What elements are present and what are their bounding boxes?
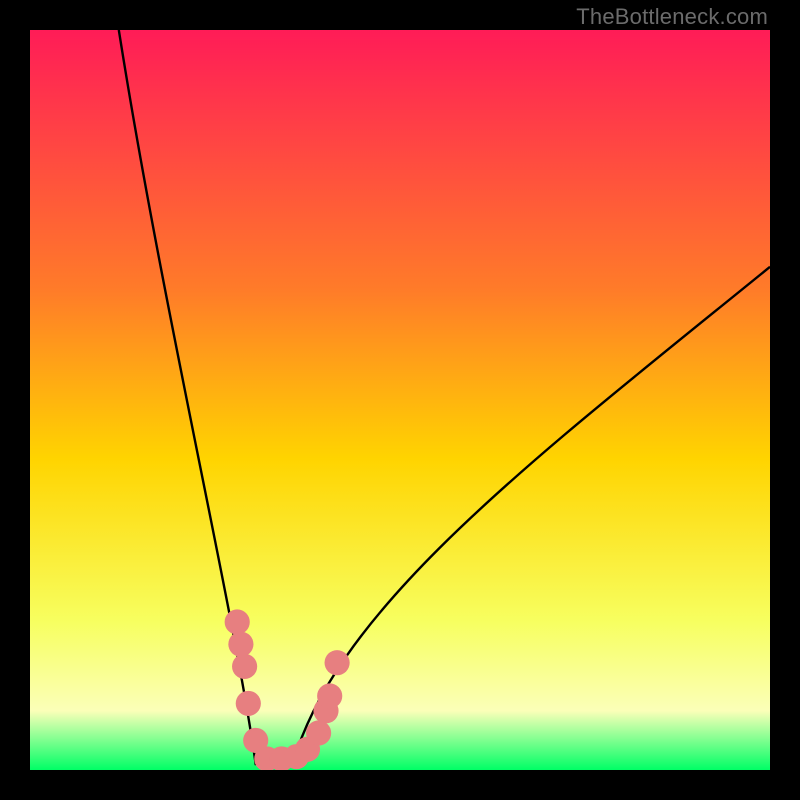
chart-frame: TheBottleneck.com: [0, 0, 800, 800]
gradient-background: [30, 30, 770, 770]
data-marker: [236, 691, 261, 716]
data-marker: [225, 609, 250, 634]
data-marker: [317, 683, 342, 708]
data-marker: [228, 632, 253, 657]
data-marker: [306, 720, 331, 745]
data-marker: [325, 650, 350, 675]
data-marker: [232, 654, 257, 679]
bottleneck-chart: [30, 30, 770, 770]
attribution-label: TheBottleneck.com: [576, 4, 768, 30]
plot-area: [30, 30, 770, 770]
